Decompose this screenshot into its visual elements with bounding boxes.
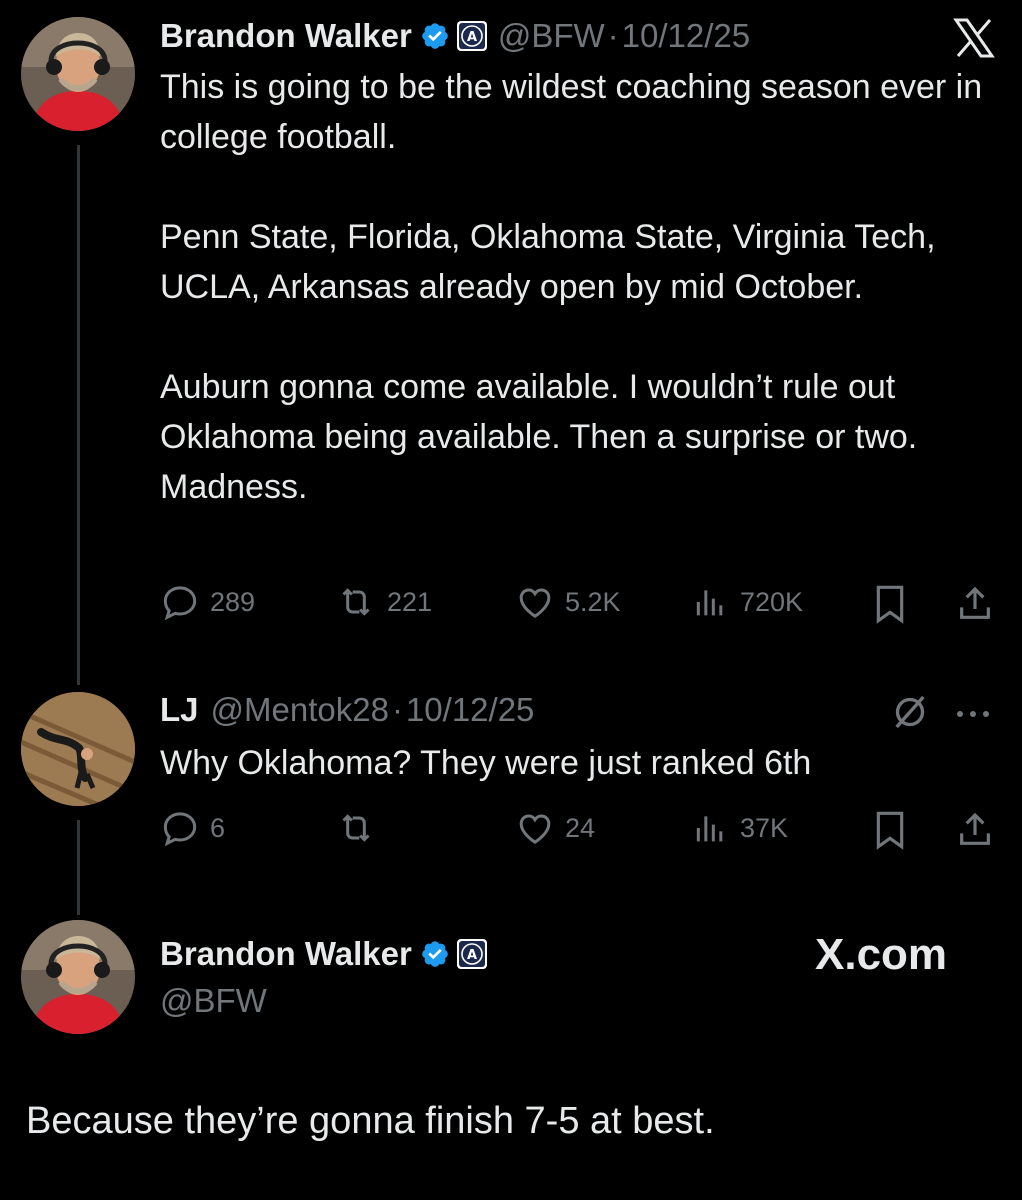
more-button[interactable]	[955, 706, 991, 724]
repost-icon	[335, 808, 377, 848]
views-button[interactable]: 720K	[690, 582, 803, 622]
author-name[interactable]: LJ	[160, 691, 199, 729]
author-handle[interactable]: @Mentok28	[211, 691, 389, 729]
reply-icon	[160, 808, 200, 848]
reply-button[interactable]: 289	[160, 582, 255, 622]
tweet3-text: Because they’re gonna finish 7-5 at best…	[26, 1100, 715, 1142]
avatar-brandon-walker[interactable]	[21, 17, 135, 131]
more-icon	[955, 706, 991, 724]
repost-icon	[335, 582, 377, 622]
tweet1-paragraph: This is going to be the wildest coaching…	[160, 68, 983, 156]
tweet2-actions: 6 24 37K	[160, 808, 1000, 852]
bookmark-icon	[870, 808, 910, 857]
separator-dot: ·	[391, 691, 403, 728]
reply-icon	[160, 582, 200, 622]
like-icon	[515, 582, 555, 622]
like-count: 5.2K	[565, 586, 621, 617]
tweet1-actions: 289 221 5.2K 720K	[160, 582, 1000, 626]
share-icon	[955, 808, 995, 857]
views-button[interactable]: 37K	[690, 808, 788, 848]
reply-count: 289	[210, 586, 256, 617]
tweet1-paragraph: Auburn gonna come available. I wouldn’t …	[160, 368, 918, 506]
bookmark-icon	[870, 582, 910, 631]
tweet2-text: Why Oklahoma? They were just ranked 6th	[160, 744, 812, 782]
thread-line	[77, 145, 80, 685]
x-com-label[interactable]: X.com	[815, 930, 947, 980]
barstool-affiliate-icon[interactable]: A	[456, 20, 488, 52]
share-icon	[955, 582, 995, 631]
repost-button[interactable]	[335, 808, 387, 848]
tweet-date[interactable]: 10/12/25	[406, 691, 534, 729]
tweet3-header: Brandon Walker A	[160, 934, 488, 974]
repost-count: 221	[387, 586, 433, 617]
repost-button[interactable]: 221	[335, 582, 432, 622]
grok-icon	[890, 692, 930, 737]
avatar-brandon-walker[interactable]	[21, 920, 135, 1034]
like-button[interactable]: 24	[515, 808, 595, 848]
tweet-thread-screenshot: Brandon Walker A @BFW · 10/12/25 This is…	[0, 0, 1022, 1200]
bookmark-button[interactable]	[870, 808, 910, 857]
views-count: 720K	[740, 586, 804, 617]
svg-text:A: A	[467, 30, 477, 45]
like-icon	[515, 808, 555, 848]
reply-button[interactable]: 6	[160, 808, 225, 848]
reply-count: 6	[210, 812, 226, 843]
tweet1-text: This is going to be the wildest coaching…	[160, 62, 990, 512]
views-icon	[690, 808, 730, 848]
author-name[interactable]: Brandon Walker	[160, 17, 412, 55]
views-icon	[690, 582, 730, 622]
tweet-date[interactable]: 10/12/25	[622, 17, 750, 55]
like-count: 24	[565, 812, 596, 843]
grok-button[interactable]	[890, 692, 930, 737]
barstool-affiliate-icon[interactable]: A	[456, 938, 488, 970]
like-button[interactable]: 5.2K	[515, 582, 621, 622]
tweet2-header: LJ @Mentok28 · 10/12/25	[160, 690, 534, 730]
share-button[interactable]	[955, 582, 995, 631]
separator-dot: ·	[607, 17, 619, 54]
thread-line	[77, 820, 80, 915]
tweet1-header: Brandon Walker A @BFW · 10/12/25	[160, 16, 750, 56]
author-name[interactable]: Brandon Walker	[160, 935, 412, 973]
x-logo-icon	[953, 18, 995, 63]
author-handle[interactable]: @BFW	[498, 17, 605, 55]
verified-badge-icon	[420, 939, 450, 969]
author-handle[interactable]: @BFW	[160, 982, 267, 1020]
share-button[interactable]	[955, 808, 995, 857]
avatar-lj[interactable]	[21, 692, 135, 806]
verified-badge-icon	[420, 21, 450, 51]
views-count: 37K	[740, 812, 789, 843]
tweet1-paragraph: Penn State, Florida, Oklahoma State, Vir…	[160, 218, 936, 306]
svg-text:A: A	[467, 948, 477, 963]
bookmark-button[interactable]	[870, 582, 910, 631]
